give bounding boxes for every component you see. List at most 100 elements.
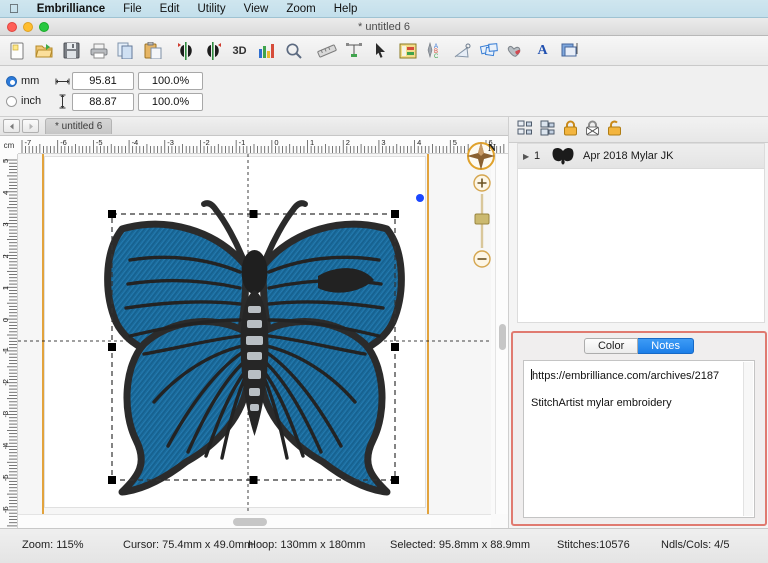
unit-radio-group: mm inch: [6, 71, 41, 111]
design-panel: ▶ 1 Apr 2018 Mylar JK Color Notes https:…: [508, 117, 768, 528]
vertical-scroll-thumb[interactable]: [499, 324, 506, 350]
next-document-button[interactable]: [22, 119, 39, 133]
lock-open-button[interactable]: [607, 120, 622, 139]
svg-text:-2: -2: [1, 379, 10, 386]
butterfly-design-canvas[interactable]: [18, 154, 491, 514]
canvas-vertical-scrollbar[interactable]: [495, 154, 508, 514]
list-item[interactable]: ▶ 1 Apr 2018 Mylar JK: [518, 144, 764, 169]
group-objects-button[interactable]: [540, 120, 556, 139]
thread-palette-button[interactable]: [394, 38, 421, 64]
notes-panel: Color Notes https://embrilliance.com/arc…: [511, 331, 767, 526]
tab-notes[interactable]: Notes: [638, 338, 694, 354]
new-document-button[interactable]: [4, 38, 31, 64]
notes-line-1: https://embrilliance.com/archives/2187: [531, 367, 747, 386]
knockdown-button[interactable]: [448, 38, 475, 64]
measure-tool-button[interactable]: [313, 38, 340, 64]
svg-text:-1: -1: [1, 347, 10, 354]
menu-item-file[interactable]: File: [114, 0, 151, 18]
select-tool-button[interactable]: [367, 38, 394, 64]
save-button[interactable]: [58, 38, 85, 64]
status-zoom: Zoom: 115%: [22, 539, 84, 551]
lock-disabled-button[interactable]: [585, 120, 600, 139]
prev-document-button[interactable]: [3, 119, 20, 133]
unit-option-inch[interactable]: inch: [6, 91, 41, 111]
three-d-view-button[interactable]: 3D: [226, 38, 253, 64]
radio-inch-icon[interactable]: [6, 96, 17, 107]
padlock-closed-icon: [563, 120, 578, 136]
compass-rose-icon[interactable]: N: [464, 139, 498, 173]
svg-text:-6: -6: [60, 138, 67, 147]
canvas-horizontal-scrollbar[interactable]: [18, 514, 491, 528]
flip-vertical-button[interactable]: [199, 38, 226, 64]
status-ndls-cols: Ndls/Cols: 4/5: [661, 539, 729, 551]
scale-height-input[interactable]: 100.0%: [138, 93, 203, 111]
horizontal-ruler[interactable]: -7-6-5-4-3-2-10123456: [0, 136, 508, 154]
paste-button[interactable]: [139, 38, 166, 64]
menu-item-embrilliance[interactable]: Embrilliance: [28, 0, 114, 18]
width-input[interactable]: 95.81: [72, 72, 134, 90]
design-object-list[interactable]: ▶ 1 Apr 2018 Mylar JK: [517, 143, 765, 323]
status-bar: Zoom: 115% Cursor: 75.4mm x 49.0mm Hoop:…: [0, 528, 768, 563]
svg-text:3: 3: [1, 222, 10, 226]
butterfly-thumbnail-icon: [550, 146, 576, 166]
color-chart-button[interactable]: [253, 38, 280, 64]
window-title-bar: * untitled 6: [0, 18, 768, 36]
menu-item-help[interactable]: Help: [325, 0, 367, 18]
status-selected: Selected: 95.8mm x 88.9mm: [390, 539, 530, 551]
stitch-panel-button[interactable]: [556, 38, 583, 64]
design-stage[interactable]: [18, 154, 491, 514]
svg-text:4: 4: [417, 138, 421, 147]
radio-mm-icon[interactable]: [6, 76, 17, 87]
unit-option-mm[interactable]: mm: [6, 71, 41, 91]
svg-text:-1: -1: [239, 138, 246, 147]
horizontal-scroll-thumb[interactable]: [233, 518, 267, 526]
menu-item-utility[interactable]: Utility: [189, 0, 235, 18]
menu-item-edit[interactable]: Edit: [151, 0, 189, 18]
scale-width-input[interactable]: 100.0%: [138, 72, 203, 90]
multiply-button[interactable]: [475, 38, 502, 64]
print-button[interactable]: [85, 38, 112, 64]
menu-item-zoom[interactable]: Zoom: [277, 0, 324, 18]
lock-closed-button[interactable]: [563, 120, 578, 139]
zoom-tool-button[interactable]: [280, 38, 307, 64]
padlock-open-icon: [607, 120, 622, 136]
unit-label-inch: inch: [21, 95, 41, 107]
svg-text:1: 1: [310, 138, 314, 147]
apple-logo-icon[interactable]: : [0, 2, 28, 15]
svg-text:3: 3: [381, 138, 385, 147]
width-arrows-icon: [52, 71, 72, 91]
add-text-button[interactable]: A: [529, 38, 556, 64]
svg-text:2: 2: [1, 254, 10, 258]
notes-scrollbar[interactable]: [743, 362, 753, 516]
vertical-ruler[interactable]: 543210-1-2-3-4-5-6: [0, 154, 18, 528]
height-arrows-icon: [52, 91, 72, 111]
notes-line-2: StitchArtist mylar embroidery: [531, 394, 747, 413]
menu-item-view[interactable]: View: [235, 0, 278, 18]
flip-horizontal-button[interactable]: [172, 38, 199, 64]
status-hoop: Hoop: 130mm x 180mm: [248, 539, 365, 551]
applique-button[interactable]: [502, 38, 529, 64]
window-title: * untitled 6: [0, 21, 768, 33]
left-arrow-icon: [9, 123, 15, 130]
svg-text:0: 0: [1, 318, 10, 322]
unit-label-mm: mm: [21, 75, 39, 87]
copy-button[interactable]: [112, 38, 139, 64]
properties-bar: mm inch 95.81 88.87 100.0% 100.0%: [0, 66, 768, 117]
zoom-slider[interactable]: [472, 174, 492, 269]
lettering-button[interactable]: ABC: [421, 38, 448, 64]
svg-text:-3: -3: [1, 411, 10, 418]
open-button[interactable]: [31, 38, 58, 64]
document-tab-untitled-6[interactable]: * untitled 6: [45, 118, 112, 134]
node-edit-button[interactable]: [340, 38, 367, 64]
select-objects-button[interactable]: [517, 120, 533, 139]
color-notes-tabs: Color Notes: [513, 338, 765, 354]
height-input[interactable]: 88.87: [72, 93, 134, 111]
svg-text:-7: -7: [25, 138, 32, 147]
rotate-handle: [416, 194, 424, 202]
tab-color[interactable]: Color: [584, 338, 638, 354]
document-tab-strip: * untitled 6: [0, 117, 508, 136]
padlock-crossed-icon: [585, 120, 600, 136]
3d-text-icon: 3D: [232, 45, 246, 57]
expander-triangle-icon[interactable]: ▶: [523, 152, 534, 161]
notes-textarea[interactable]: https://embrilliance.com/archives/2187 S…: [523, 360, 755, 518]
